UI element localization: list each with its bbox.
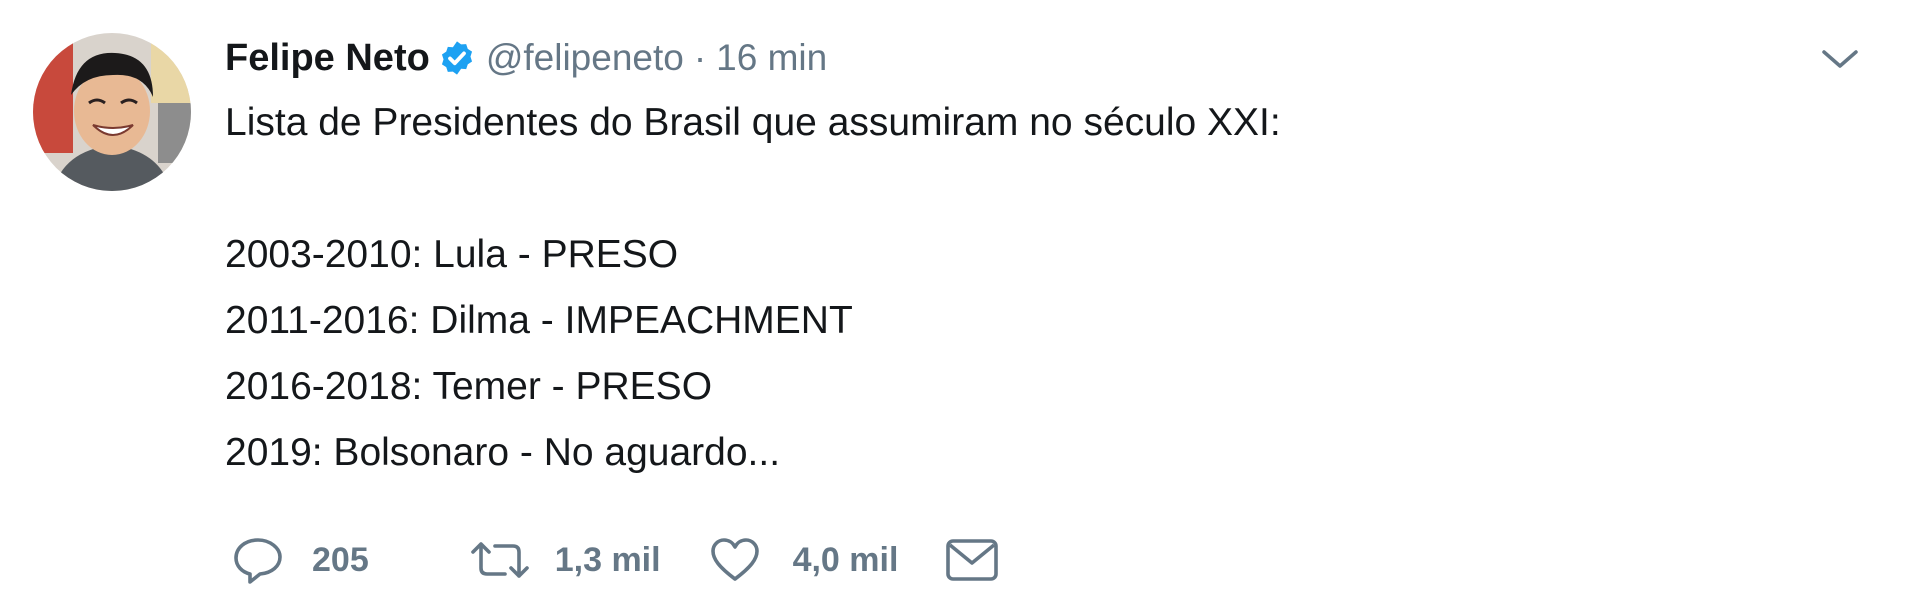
reply-button[interactable]: 205	[232, 536, 369, 584]
like-button[interactable]: 4,0 mil	[709, 537, 899, 583]
tweet-timestamp[interactable]: 16 min	[716, 37, 827, 79]
avatar[interactable]	[33, 33, 191, 191]
retweet-icon	[470, 542, 529, 578]
author-name[interactable]: Felipe Neto	[225, 37, 430, 80]
retweet-button[interactable]: 1,3 mil	[469, 538, 661, 582]
direct-message-button[interactable]	[944, 537, 1000, 583]
envelope-icon	[946, 539, 999, 581]
tweet-line: Lista de Presidentes do Brasil que assum…	[225, 101, 1281, 144]
reply-icon	[234, 538, 282, 584]
header-separator: ·	[693, 37, 707, 78]
tweet-content: Felipe Neto @felipeneto · 16 min Lista d…	[225, 30, 1860, 486]
tweet-line: 2003-2010: Lula - PRESO	[225, 233, 679, 276]
avatar-image	[33, 33, 191, 191]
tweet-actions: 205 1,3 mil 4,0 mil	[232, 530, 1000, 590]
reply-count: 205	[312, 540, 369, 579]
heart-icon	[710, 538, 759, 581]
author-handle[interactable]: @felipeneto	[486, 37, 684, 79]
tweet-text: Lista de Presidentes do Brasil que assum…	[225, 90, 1860, 486]
tweet-line	[225, 156, 1860, 222]
tweet-line: 2011-2016: Dilma - IMPEACHMENT	[225, 299, 853, 342]
tweet-card: Felipe Neto @felipeneto · 16 min Lista d…	[0, 0, 1920, 607]
like-count: 4,0 mil	[792, 540, 899, 579]
tweet-line: 2016-2018: Temer - PRESO	[225, 365, 713, 408]
retweet-count: 1,3 mil	[554, 540, 661, 579]
chevron-down-icon[interactable]	[1820, 46, 1860, 74]
verified-badge-icon	[438, 39, 476, 77]
tweet-line: 2019: Bolsonaro - No aguardo...	[225, 431, 781, 474]
tweet-header: Felipe Neto @felipeneto · 16 min	[225, 30, 1860, 86]
